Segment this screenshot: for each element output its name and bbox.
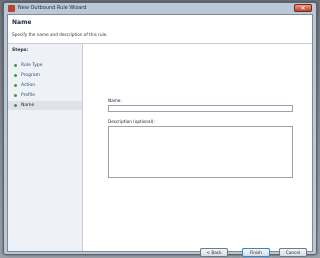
firewall-app-icon	[8, 5, 15, 12]
steps-pane: Steps: Rule Type Program Action Profile …	[8, 44, 83, 251]
title-bar: New Outbound Rule Wizard ✕	[4, 3, 316, 14]
description-label: Description (optional):	[108, 119, 155, 124]
window-title: New Outbound Rule Wizard	[18, 5, 87, 11]
step-label: Program	[21, 73, 40, 78]
step-status-icon	[14, 74, 17, 77]
description-field[interactable]	[108, 126, 293, 178]
wizard-main-panel: Name: Description (optional): < Back Fin…	[83, 44, 312, 257]
finish-button[interactable]: Finish	[242, 248, 270, 257]
page-subtitle: Specify the name and description of this…	[12, 32, 108, 37]
step-label: Rule Type	[21, 63, 43, 68]
step-profile[interactable]: Profile	[8, 91, 82, 100]
step-label: Name	[21, 103, 35, 108]
step-label: Profile	[21, 93, 35, 98]
step-label: Action	[21, 83, 36, 88]
step-status-icon	[14, 64, 17, 67]
page-title: Name	[12, 19, 32, 26]
step-status-icon	[14, 94, 17, 97]
step-name[interactable]: Name	[8, 101, 82, 110]
wizard-client-area: Name Specify the name and description of…	[7, 14, 313, 257]
name-label: Name:	[108, 98, 122, 103]
step-status-icon	[14, 84, 17, 87]
steps-heading: Steps:	[12, 48, 29, 53]
wizard-window: New Outbound Rule Wizard ✕ Name Specify …	[3, 2, 317, 257]
close-button[interactable]: ✕	[294, 4, 312, 12]
wizard-header: Name Specify the name and description of…	[8, 15, 312, 44]
step-program[interactable]: Program	[8, 71, 82, 80]
back-button[interactable]: < Back	[200, 248, 228, 257]
step-rule-type[interactable]: Rule Type	[8, 61, 82, 70]
step-action[interactable]: Action	[8, 81, 82, 90]
step-status-icon	[14, 104, 17, 107]
cancel-button[interactable]: Cancel	[279, 248, 307, 257]
name-field[interactable]	[108, 105, 293, 112]
